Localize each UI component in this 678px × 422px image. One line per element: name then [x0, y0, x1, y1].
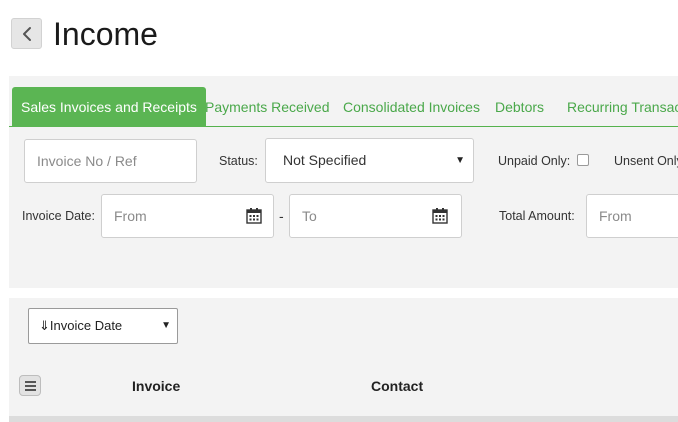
page-title: Income [53, 16, 158, 52]
column-header-invoice[interactable]: Invoice [132, 378, 180, 394]
invoice-date-label: Invoice Date: [22, 209, 95, 223]
column-header-contact[interactable]: Contact [371, 378, 423, 394]
date-from-field [101, 194, 274, 238]
tabs-bar: Sales Invoices and Receipts Payments Rec… [9, 87, 678, 127]
invoice-ref-input[interactable] [25, 140, 196, 182]
status-select-value: Not Specified [283, 152, 367, 168]
table-header-divider [9, 416, 678, 422]
menu-icon-bar [24, 388, 36, 391]
tab-debtors[interactable]: Debtors [495, 87, 544, 127]
status-label: Status: [219, 154, 258, 168]
date-to-field [289, 194, 462, 238]
status-select[interactable]: Not Specified ▼ [265, 138, 474, 183]
unsent-only-label: Unsent Only [614, 154, 678, 168]
date-range-separator: - [279, 208, 284, 224]
menu-icon-bar [24, 384, 36, 387]
calendar-icon[interactable] [246, 207, 262, 224]
amount-from-input[interactable] [587, 195, 678, 237]
unpaid-only-checkbox[interactable] [577, 154, 589, 166]
column-menu-button[interactable] [19, 375, 41, 396]
calendar-icon[interactable] [432, 207, 448, 224]
tab-recurring-transactions[interactable]: Recurring Transact [567, 87, 678, 127]
tab-consolidated-invoices[interactable]: Consolidated Invoices [343, 87, 480, 127]
filter-panel: Sales Invoices and Receipts Payments Rec… [9, 76, 678, 288]
invoice-ref-field [24, 139, 197, 183]
caret-down-icon: ▼ [161, 320, 171, 331]
chevron-left-icon [22, 26, 31, 41]
menu-icon [24, 380, 36, 383]
tab-sales-invoices-and-receipts[interactable]: Sales Invoices and Receipts [12, 87, 206, 127]
amount-from-field [586, 194, 678, 238]
sort-select[interactable]: ⇓Invoice Date ▼ [28, 308, 178, 344]
total-amount-label: Total Amount: [499, 209, 575, 223]
sort-select-value: ⇓Invoice Date [39, 318, 123, 333]
unpaid-only-label: Unpaid Only: [498, 154, 571, 168]
back-button[interactable] [11, 18, 42, 49]
caret-down-icon: ▼ [455, 155, 465, 166]
tab-payments-received[interactable]: Payments Received [205, 87, 330, 127]
results-panel: ⇓Invoice Date ▼ Invoice Contact [9, 298, 678, 422]
